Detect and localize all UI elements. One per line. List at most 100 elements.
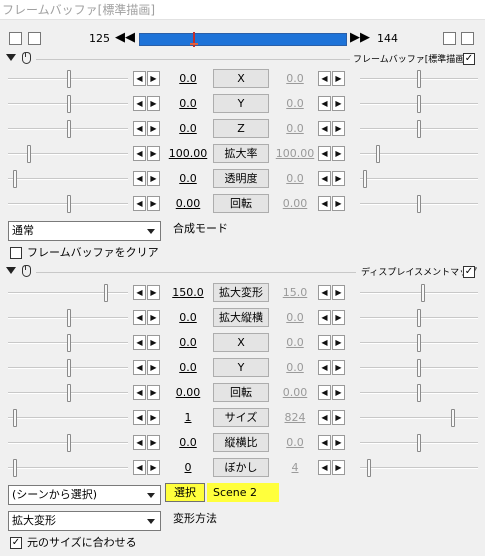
increment-icon[interactable]: ▶ xyxy=(332,360,345,375)
end-value[interactable]: 824 xyxy=(274,411,316,424)
decrement-icon[interactable]: ◀ xyxy=(133,121,146,136)
left-slider-thumb[interactable] xyxy=(104,284,108,302)
increment-icon[interactable]: ▶ xyxy=(332,171,345,186)
left-slider-track[interactable] xyxy=(8,153,128,155)
increment-icon[interactable]: ▶ xyxy=(332,385,345,400)
parameter-name-button[interactable]: 回転 xyxy=(213,194,269,213)
end-value[interactable]: 15.0 xyxy=(274,286,316,299)
left-slider-thumb[interactable] xyxy=(67,120,71,138)
end-value[interactable]: 4 xyxy=(274,461,316,474)
parameter-name-button[interactable]: 回転 xyxy=(213,383,269,402)
decrement-icon[interactable]: ◀ xyxy=(318,385,331,400)
start-value[interactable]: 0.0 xyxy=(163,172,213,185)
timeline-seekbar[interactable] xyxy=(139,32,347,47)
section-enable-checkbox[interactable]: ✓ xyxy=(463,266,475,278)
increment-icon[interactable]: ▶ xyxy=(147,385,160,400)
decrement-icon[interactable]: ◀ xyxy=(133,460,146,475)
start-value[interactable]: 0.0 xyxy=(163,122,213,135)
end-value[interactable]: 0.0 xyxy=(274,336,316,349)
left-slider-thumb[interactable] xyxy=(13,409,17,427)
chevron-down-icon[interactable] xyxy=(143,486,160,504)
increment-icon[interactable]: ▶ xyxy=(147,146,160,161)
decrement-icon[interactable]: ◀ xyxy=(133,335,146,350)
left-slider-thumb[interactable] xyxy=(67,70,71,88)
increment-icon[interactable]: ▶ xyxy=(332,435,345,450)
decrement-icon[interactable]: ◀ xyxy=(133,196,146,211)
decrement-icon[interactable]: ◀ xyxy=(133,385,146,400)
increment-icon[interactable]: ▶ xyxy=(147,121,160,136)
increment-icon[interactable]: ▶ xyxy=(147,196,160,211)
left-slider-track[interactable] xyxy=(8,178,128,180)
left-slider-thumb[interactable] xyxy=(67,359,71,377)
left-slider-track[interactable] xyxy=(8,417,128,419)
decrement-icon[interactable]: ◀ xyxy=(318,196,331,211)
increment-icon[interactable]: ▶ xyxy=(147,335,160,350)
left-slider-thumb[interactable] xyxy=(67,309,71,327)
left-slider-track[interactable] xyxy=(8,292,128,294)
loop-icon[interactable] xyxy=(443,32,456,45)
start-value[interactable]: 0.0 xyxy=(163,97,213,110)
end-value[interactable]: 0.0 xyxy=(274,97,316,110)
right-slider-track[interactable] xyxy=(360,467,478,469)
increment-icon[interactable]: ▶ xyxy=(147,360,160,375)
right-slider-thumb[interactable] xyxy=(417,334,421,352)
right-slider-thumb[interactable] xyxy=(417,70,421,88)
start-value[interactable]: 0 xyxy=(163,461,213,474)
start-value[interactable]: 0.0 xyxy=(163,361,213,374)
start-value[interactable]: 150.0 xyxy=(163,286,213,299)
collapse-triangle-icon[interactable] xyxy=(6,54,16,61)
increment-icon[interactable]: ▶ xyxy=(332,285,345,300)
increment-icon[interactable]: ▶ xyxy=(147,71,160,86)
skip-forward-icon[interactable]: ▶▶ xyxy=(350,31,370,45)
decrement-icon[interactable]: ◀ xyxy=(133,285,146,300)
right-slider-track[interactable] xyxy=(360,178,478,180)
left-slider-thumb[interactable] xyxy=(27,145,31,163)
parameter-name-button[interactable]: Y xyxy=(213,94,269,113)
source-scene-select[interactable]: (シーンから選択) xyxy=(8,485,161,505)
right-slider-thumb[interactable] xyxy=(417,384,421,402)
end-value[interactable]: 0.00 xyxy=(274,197,316,210)
start-value[interactable]: 0.0 xyxy=(163,336,213,349)
end-value[interactable]: 0.00 xyxy=(274,386,316,399)
increment-icon[interactable]: ▶ xyxy=(332,310,345,325)
decrement-icon[interactable]: ◀ xyxy=(318,96,331,111)
keep-original-size-checkbox[interactable]: ✓ xyxy=(10,537,22,549)
parameter-name-button[interactable]: Z xyxy=(213,119,269,138)
parameter-name-button[interactable]: 拡大率 xyxy=(213,144,269,163)
parameter-name-button[interactable]: サイズ xyxy=(213,408,269,427)
parameter-name-button[interactable]: ぼかし xyxy=(213,458,269,477)
end-value[interactable]: 0.0 xyxy=(274,361,316,374)
decrement-icon[interactable]: ◀ xyxy=(133,171,146,186)
increment-icon[interactable]: ▶ xyxy=(147,96,160,111)
decrement-icon[interactable]: ◀ xyxy=(133,360,146,375)
left-slider-thumb[interactable] xyxy=(67,384,71,402)
increment-icon[interactable]: ▶ xyxy=(332,410,345,425)
increment-icon[interactable]: ▶ xyxy=(332,460,345,475)
decrement-icon[interactable]: ◀ xyxy=(318,460,331,475)
end-value[interactable]: 0.0 xyxy=(274,311,316,324)
clear-framebuffer-checkbox[interactable] xyxy=(10,247,22,259)
start-value[interactable]: 0.0 xyxy=(163,436,213,449)
right-slider-thumb[interactable] xyxy=(417,434,421,452)
start-value[interactable]: 100.00 xyxy=(163,147,213,160)
chevron-down-icon[interactable] xyxy=(143,512,160,530)
left-slider-thumb[interactable] xyxy=(13,459,17,477)
increment-icon[interactable]: ▶ xyxy=(332,196,345,211)
add-filter-icon[interactable] xyxy=(461,32,474,45)
left-slider-thumb[interactable] xyxy=(13,170,17,188)
decrement-icon[interactable]: ◀ xyxy=(318,285,331,300)
increment-icon[interactable]: ▶ xyxy=(147,171,160,186)
mouse-icon[interactable] xyxy=(22,52,31,64)
select-button[interactable]: 選択 xyxy=(165,483,205,502)
parameter-name-button[interactable]: 拡大縦横 xyxy=(213,308,269,327)
increment-icon[interactable]: ▶ xyxy=(147,435,160,450)
start-value[interactable]: 1 xyxy=(163,411,213,424)
decrement-icon[interactable]: ◀ xyxy=(133,146,146,161)
end-value[interactable]: 0.0 xyxy=(274,72,316,85)
skip-back-icon[interactable]: ◀◀ xyxy=(115,31,135,45)
parameter-name-button[interactable]: 透明度 xyxy=(213,169,269,188)
decrement-icon[interactable]: ◀ xyxy=(318,410,331,425)
start-value[interactable]: 0.0 xyxy=(163,72,213,85)
decrement-icon[interactable]: ◀ xyxy=(318,146,331,161)
increment-icon[interactable]: ▶ xyxy=(147,410,160,425)
